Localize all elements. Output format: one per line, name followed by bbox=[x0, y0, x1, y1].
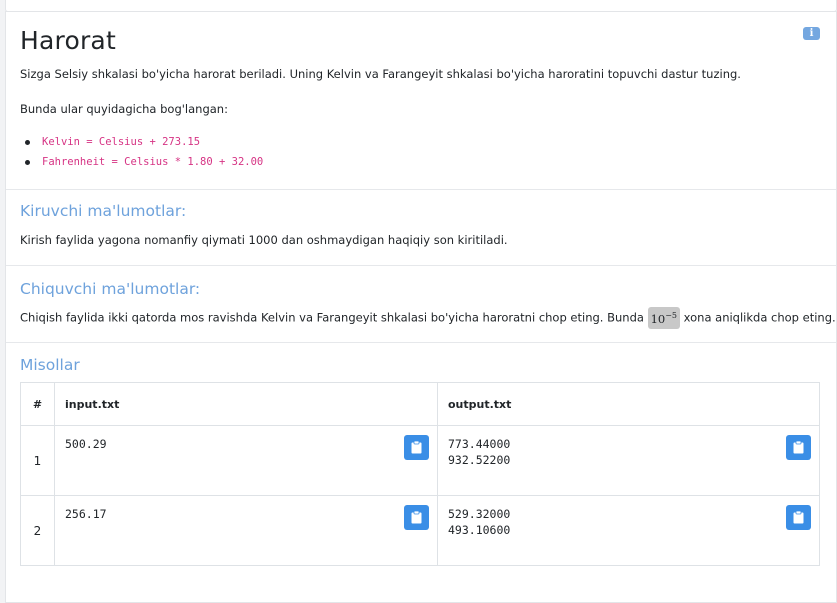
divider bbox=[6, 189, 836, 190]
column-header-number: # bbox=[20, 382, 55, 426]
info-icon[interactable]: i bbox=[803, 27, 820, 40]
column-header-input: input.txt bbox=[54, 382, 438, 426]
kelvin-formula: Kelvin = Celsius + 273.15 bbox=[42, 136, 201, 148]
divider bbox=[6, 265, 836, 266]
input-value: 500.29 bbox=[65, 437, 107, 451]
fahrenheit-formula: Fahrenheit = Celsius * 1.80 + 32.00 bbox=[42, 156, 264, 168]
copy-input-button[interactable] bbox=[404, 435, 429, 460]
clipboard-icon bbox=[793, 441, 804, 454]
divider bbox=[6, 342, 836, 343]
output-text-after: xona aniqlikda chop eting. bbox=[683, 310, 836, 325]
examples-heading: Misollar bbox=[20, 356, 80, 374]
input-heading: Kiruvchi ma'lumotlar: bbox=[20, 202, 187, 220]
table-header-row: # input.txt output.txt bbox=[20, 382, 820, 426]
output-heading: Chiquvchi ma'lumotlar: bbox=[20, 280, 201, 298]
row-number: 2 bbox=[20, 495, 55, 566]
list-item: Fahrenheit = Celsius * 1.80 + 32.00 bbox=[24, 155, 264, 175]
precision-exponent: −5 bbox=[665, 311, 678, 320]
input-cell: 256.17 bbox=[54, 495, 438, 566]
copy-output-button[interactable] bbox=[786, 435, 811, 460]
examples-table: # input.txt output.txt 1 500.29 773.4400… bbox=[20, 382, 820, 566]
output-value: 773.44000 932.52200 bbox=[448, 437, 511, 467]
column-header-output: output.txt bbox=[437, 382, 820, 426]
table-row: 2 256.17 529.32000 493.10600 bbox=[20, 495, 820, 566]
clipboard-icon bbox=[793, 511, 804, 524]
copy-input-button[interactable] bbox=[404, 505, 429, 530]
output-text-before: Chiqish faylida ikki qatorda mos ravishd… bbox=[20, 310, 644, 325]
clipboard-icon bbox=[411, 441, 422, 454]
output-cell: 773.44000 932.52200 bbox=[437, 425, 820, 496]
precision-math: 10−5 bbox=[647, 307, 681, 329]
problem-card: Harorat i Sizga Selsiy shkalasi bo'yicha… bbox=[5, 11, 837, 603]
input-value: 256.17 bbox=[65, 507, 107, 521]
output-value: 529.32000 493.10600 bbox=[448, 507, 511, 537]
list-item: Kelvin = Celsius + 273.15 bbox=[24, 135, 263, 155]
input-description: Kirish faylida yagona nomanfiy qiymati 1… bbox=[20, 233, 508, 247]
problem-description: Sizga Selsiy shkalasi bo'yicha harorat b… bbox=[20, 67, 741, 81]
formula-list: Kelvin = Celsius + 273.15 Fahrenheit = C… bbox=[24, 135, 264, 175]
output-cell: 529.32000 493.10600 bbox=[437, 495, 820, 566]
precision-base: 10 bbox=[650, 312, 666, 326]
problem-title: Harorat bbox=[20, 26, 116, 55]
table-row: 1 500.29 773.44000 932.52200 bbox=[20, 425, 820, 496]
copy-output-button[interactable] bbox=[786, 505, 811, 530]
input-cell: 500.29 bbox=[54, 425, 438, 496]
row-number: 1 bbox=[20, 425, 55, 496]
output-description: Chiqish faylida ikki qatorda mos ravishd… bbox=[20, 307, 836, 329]
clipboard-icon bbox=[411, 511, 422, 524]
relation-intro: Bunda ular quyidagicha bog'langan: bbox=[20, 102, 228, 116]
